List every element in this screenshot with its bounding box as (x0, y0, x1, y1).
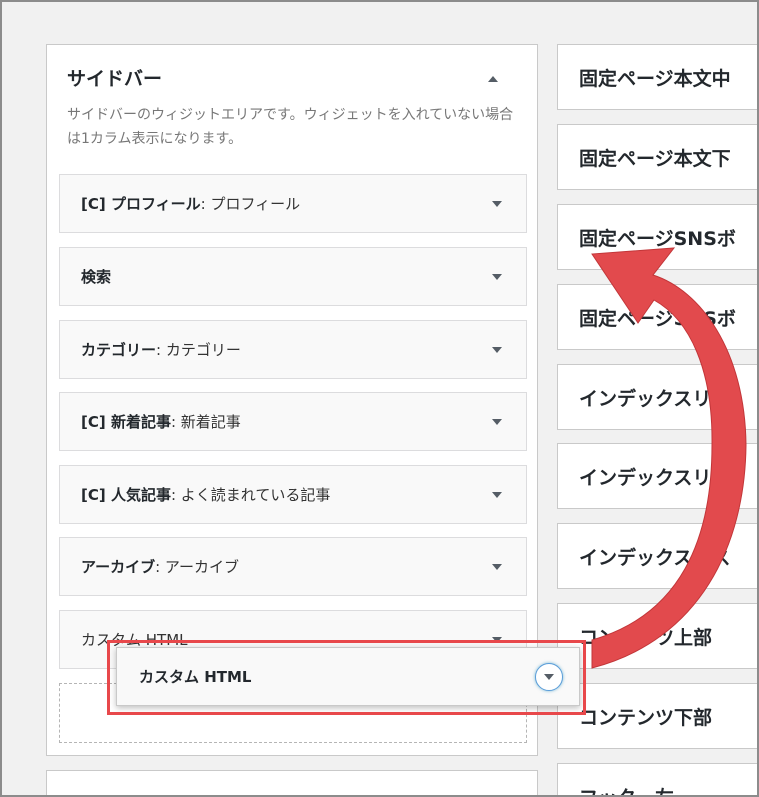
area-page-body-middle[interactable]: 固定ページ本文中 (557, 44, 759, 110)
widget-title: アーカイブ (81, 558, 156, 576)
area-title: インデックスリス (579, 466, 731, 489)
widget-title: カテゴリー (81, 341, 157, 359)
expand-icon[interactable] (492, 201, 502, 207)
widget-archives[interactable]: アーカイブ: アーカイブ (59, 537, 527, 596)
area-page-sns-2[interactable]: 固定ページSNSボ (557, 284, 759, 350)
expand-icon[interactable] (492, 347, 502, 353)
expand-icon[interactable] (492, 419, 502, 425)
sidebar-area-title: サイドバー (67, 68, 163, 90)
expand-icon[interactable] (492, 492, 502, 498)
area-page-body-bottom[interactable]: 固定ページ本文下 (557, 124, 759, 190)
area-index-list-3[interactable]: インデックスリス (557, 523, 759, 589)
widget-subtitle: : カテゴリー (156, 341, 241, 359)
expand-icon[interactable] (492, 564, 502, 570)
area-content-bottom[interactable]: コンテンツ下部 (557, 683, 759, 749)
widget-title: [C] 人気記事 (81, 486, 171, 504)
widget-new-posts[interactable]: [C] 新着記事: 新着記事 (59, 392, 527, 451)
widget-popular-posts[interactable]: [C] 人気記事: よく読まれている記事 (59, 465, 527, 524)
area-index-list-1[interactable]: インデックスリス (557, 364, 759, 430)
area-footer-left[interactable]: フッター左 (557, 763, 759, 797)
area-page-sns-1[interactable]: 固定ページSNSボ (557, 204, 759, 270)
widget-search[interactable]: 検索 (59, 247, 527, 306)
next-widget-area (46, 770, 538, 797)
area-title: 固定ページSNSボ (579, 307, 736, 330)
sidebar-area-description: サイドバーのウィジットエリアです。ウィジェットを入れていない場合は1カラム表示に… (67, 107, 514, 147)
widget-subtitle: : 新着記事 (170, 413, 241, 431)
area-index-list-2[interactable]: インデックスリス (557, 443, 759, 509)
widget-title: [C] プロフィール (81, 195, 201, 213)
area-title: インデックスリス (579, 546, 731, 569)
widget-subtitle: : アーカイブ (155, 558, 240, 576)
area-title: 固定ページ本文下 (579, 147, 731, 170)
widget-profile[interactable]: [C] プロフィール: プロフィール (59, 174, 527, 233)
widget-subtitle: : よく読まれている記事 (170, 486, 331, 504)
widget-title: [C] 新着記事 (81, 413, 171, 431)
widget-subtitle: : プロフィール (200, 195, 301, 213)
sidebar-area-header[interactable]: サイドバー (67, 65, 517, 95)
area-title: インデックスリス (579, 387, 731, 410)
area-title: コンテンツ下部 (579, 706, 713, 729)
area-title: コンテンツ上部 (579, 626, 713, 649)
area-title: フッター左 (579, 783, 674, 797)
widget-categories[interactable]: カテゴリー: カテゴリー (59, 320, 527, 379)
area-title: 固定ページSNSボ (579, 227, 736, 250)
widget-title: 検索 (81, 268, 112, 286)
expand-icon[interactable] (492, 274, 502, 280)
area-content-top[interactable]: コンテンツ上部 (557, 603, 759, 669)
area-title: 固定ページ本文中 (579, 67, 731, 90)
drag-highlight-outline (107, 640, 586, 715)
collapse-icon[interactable] (485, 65, 501, 93)
